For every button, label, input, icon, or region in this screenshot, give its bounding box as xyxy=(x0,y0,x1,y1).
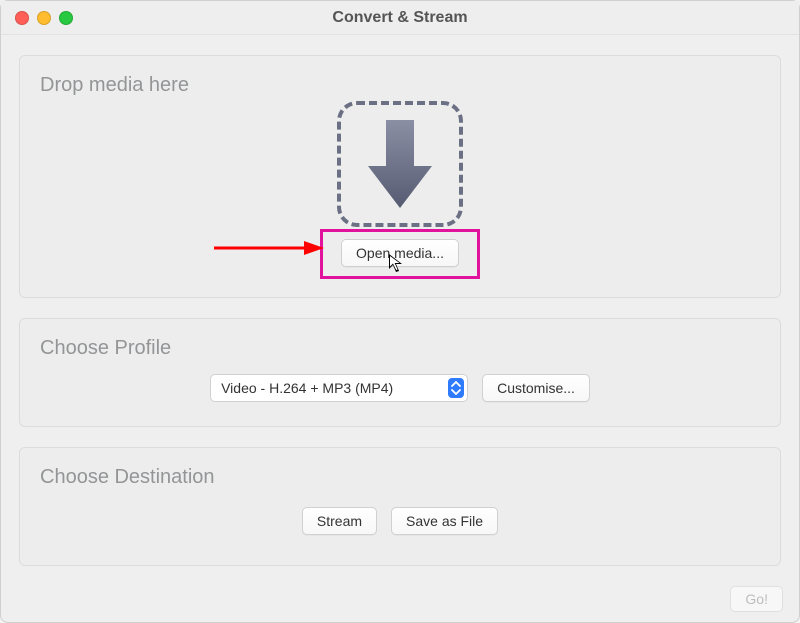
choose-destination-title: Choose Destination xyxy=(40,466,762,489)
content-area: Drop media here Op xyxy=(1,35,799,566)
drop-media-panel[interactable]: Drop media here Op xyxy=(19,55,781,298)
choose-destination-panel: Choose Destination Stream Save as File xyxy=(19,447,781,566)
profile-row: Video - H.264 + MP3 (MP4) Customise... xyxy=(38,374,762,402)
close-icon[interactable] xyxy=(15,11,29,25)
customise-button[interactable]: Customise... xyxy=(482,374,590,402)
window-title: Convert & Stream xyxy=(332,9,467,27)
drop-target-box[interactable] xyxy=(337,101,463,227)
open-media-wrap: Open media... xyxy=(341,239,459,267)
choose-profile-title: Choose Profile xyxy=(40,337,762,360)
drop-media-title: Drop media here xyxy=(40,74,762,97)
download-arrow-icon xyxy=(361,116,439,212)
minimize-icon[interactable] xyxy=(37,11,51,25)
go-button[interactable]: Go! xyxy=(730,586,783,612)
stream-button[interactable]: Stream xyxy=(302,507,377,535)
select-stepper-icon xyxy=(445,375,467,401)
window-controls xyxy=(15,11,73,25)
zoom-icon[interactable] xyxy=(59,11,73,25)
open-media-button[interactable]: Open media... xyxy=(341,239,459,267)
choose-profile-panel: Choose Profile Video - H.264 + MP3 (MP4)… xyxy=(19,318,781,427)
profile-select-value: Video - H.264 + MP3 (MP4) xyxy=(221,380,445,396)
go-button-wrap: Go! xyxy=(730,586,783,612)
profile-select[interactable]: Video - H.264 + MP3 (MP4) xyxy=(210,374,468,402)
convert-stream-window: Convert & Stream Drop media here xyxy=(0,0,800,623)
save-as-file-button[interactable]: Save as File xyxy=(391,507,498,535)
titlebar: Convert & Stream xyxy=(1,1,799,35)
dropzone[interactable]: Open media... xyxy=(38,105,762,267)
destination-row: Stream Save as File xyxy=(38,507,762,535)
